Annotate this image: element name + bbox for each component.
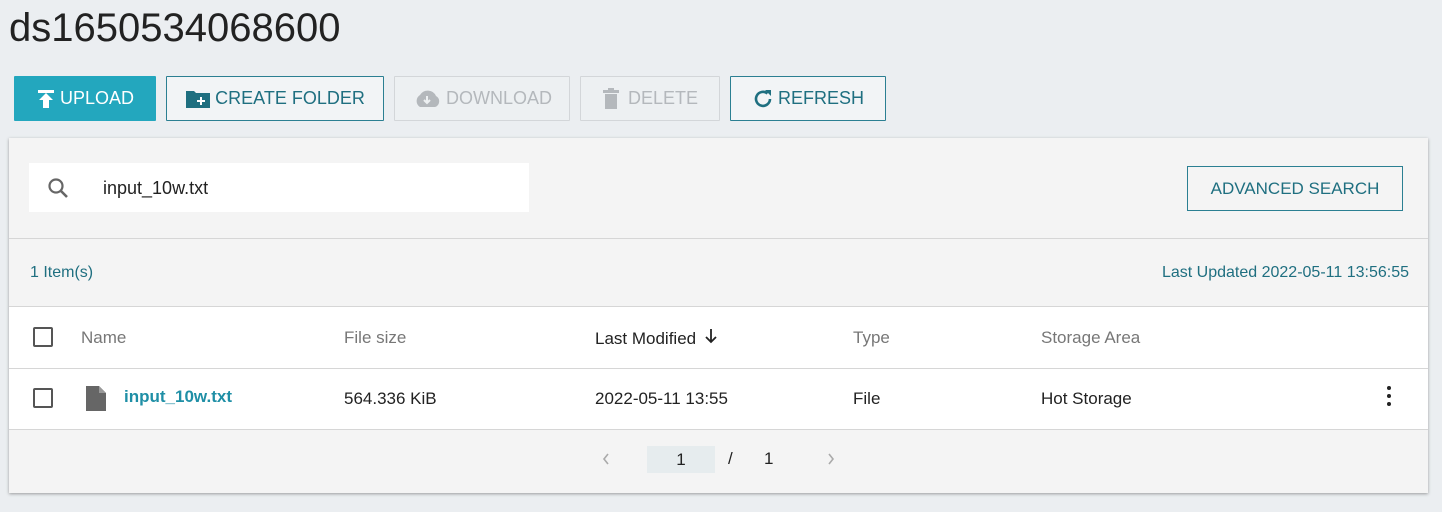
chevron-left-icon[interactable] xyxy=(601,452,611,471)
column-header-type[interactable]: Type xyxy=(853,328,890,348)
refresh-icon xyxy=(752,88,774,110)
last-modified-header-label: Last Modified xyxy=(595,328,697,348)
column-header-file-size[interactable]: File size xyxy=(344,328,406,348)
search-input[interactable] xyxy=(101,173,505,203)
page-total: 1 xyxy=(764,449,774,468)
select-all-checkbox[interactable] xyxy=(33,327,53,347)
trash-icon xyxy=(602,87,620,110)
upload-label: UPLOAD xyxy=(59,88,135,108)
refresh-label: REFRESH xyxy=(777,88,864,108)
file-table: Name File size Last Modified Type Storag… xyxy=(9,306,1428,430)
search-icon xyxy=(47,177,69,204)
download-label: DOWNLOAD xyxy=(445,88,552,108)
upload-button[interactable]: UPLOAD xyxy=(14,76,156,121)
column-header-name[interactable]: Name xyxy=(81,328,126,348)
divider xyxy=(9,238,1428,239)
file-name-link[interactable]: input_10w.txt xyxy=(124,387,232,407)
arrow-down-icon xyxy=(704,328,718,349)
column-header-storage-area[interactable]: Storage Area xyxy=(1041,328,1140,348)
column-header-last-modified[interactable]: Last Modified xyxy=(595,328,718,349)
last-updated: Last Updated 2022-05-11 13:56:55 xyxy=(1161,264,1409,281)
storage-area-cell: Hot Storage xyxy=(1041,389,1132,408)
table-header-row: Name File size Last Modified Type Storag… xyxy=(9,307,1428,369)
create-folder-button[interactable]: CREATE FOLDER xyxy=(166,76,384,121)
last-modified-cell: 2022-05-11 13:55 xyxy=(595,389,728,408)
refresh-button[interactable]: REFRESH xyxy=(730,76,886,121)
row-checkbox[interactable] xyxy=(33,388,53,408)
advanced-search-button[interactable]: ADVANCED SEARCH xyxy=(1187,166,1403,211)
delete-label: DELETE xyxy=(627,88,699,108)
chevron-right-icon[interactable] xyxy=(826,452,836,471)
cloud-download-icon xyxy=(412,89,442,109)
file-icon xyxy=(86,386,106,416)
page-title: ds1650534068600 xyxy=(9,6,341,50)
delete-button[interactable]: DELETE xyxy=(580,76,720,121)
upload-icon xyxy=(36,89,56,109)
type-cell: File xyxy=(853,389,881,408)
page-number-input[interactable]: 1 xyxy=(647,446,715,473)
folder-plus-icon xyxy=(185,89,211,109)
more-options-icon[interactable] xyxy=(1387,386,1393,410)
file-browser-panel: ADVANCED SEARCH 1 Item(s) Last Updated 2… xyxy=(9,138,1428,493)
create-folder-label: CREATE FOLDER xyxy=(215,88,365,108)
file-size-cell: 564.336 KiB xyxy=(344,389,437,408)
table-row[interactable]: input_10w.txt 564.336 KiB 2022-05-11 13:… xyxy=(9,368,1428,430)
pagination: 1 / 1 xyxy=(9,428,1428,493)
page-separator: / xyxy=(728,449,733,468)
item-count: 1 Item(s) xyxy=(30,264,94,281)
search-box xyxy=(29,163,529,212)
download-button[interactable]: DOWNLOAD xyxy=(394,76,570,121)
